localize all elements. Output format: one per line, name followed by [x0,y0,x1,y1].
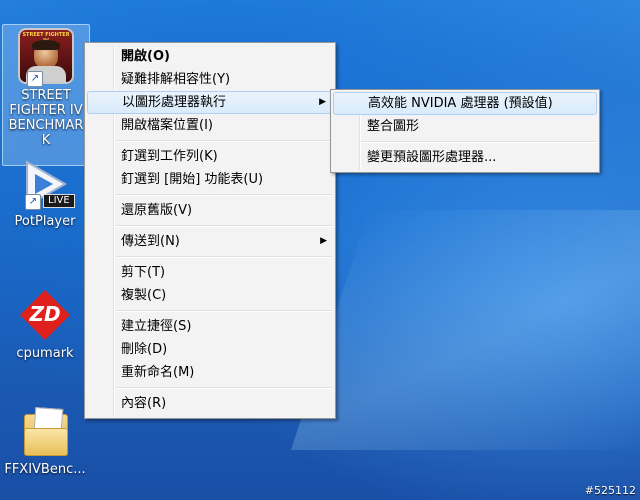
wallpaper-light-beam [291,210,640,450]
cpumark-app-icon: ZD [18,288,72,342]
submenu-arrow-icon: ▶ [319,97,326,107]
menu-separator [115,225,333,227]
desktop-icon-potplayer[interactable]: LIVE ↗ PotPlayer [2,156,88,229]
desktop-icon-label: PotPlayer [14,214,76,229]
menu-item-label: 釘選到 [開始] 功能表(U) [121,172,264,187]
image-watermark: #525112 [584,484,636,497]
folder-front [24,428,68,456]
menu-item-label: 複製(C) [121,288,167,303]
menu-item-label: 以圖形處理器執行 [122,95,227,110]
context-menu-item-13[interactable]: 複製(C) [87,284,333,307]
context-menu-item-0[interactable]: 開啟(O) [87,45,333,68]
submenu-arrow-icon: ▶ [320,236,327,246]
desktop-icon-cpumark[interactable]: ZD cpumark [2,288,88,361]
submenu-item-3[interactable]: 變更預設圖形處理器... [333,146,597,169]
menu-item-label: 內容(R) [121,396,167,411]
context-menu-item-15[interactable]: 建立捷徑(S) [87,315,333,338]
context-menu-item-19[interactable]: 內容(R) [87,392,333,415]
context-menu-item-5[interactable]: 釘選到工作列(K) [87,145,333,168]
submenu-item-1[interactable]: 整合圖形 [333,115,597,138]
menu-separator [361,141,597,143]
context-menu-item-8[interactable]: 還原舊版(V) [87,199,333,222]
desktop-icon-ffxiv[interactable]: FFXIVBenc... [2,404,88,477]
menu-item-label: 整合圖形 [367,119,420,134]
menu-item-label: 變更預設圖形處理器... [367,150,497,165]
zd-logo-text: ZD [29,302,61,326]
menu-item-label: 疑難排解相容性(Y) [121,72,231,87]
menu-separator [115,194,333,196]
gpu-submenu: 高效能 NVIDIA 處理器 (預設值) 整合圖形變更預設圖形處理器... [330,89,600,173]
menu-item-label: 建立捷徑(S) [121,319,192,334]
submenu-item-0[interactable]: 高效能 NVIDIA 處理器 (預設值) [333,92,597,115]
desktop-icon-label: FFXIVBenc... [4,462,86,477]
desktop-icon-label: STREET FIGHTER IV BENCHMARK [8,88,84,148]
context-menu-item-1[interactable]: 疑難排解相容性(Y) [87,68,333,91]
menu-item-label: 傳送到(N) [121,234,180,249]
menu-item-label: 刪除(D) [121,342,168,357]
menu-separator [115,387,333,389]
shortcut-arrow-icon: ↗ [25,194,41,210]
context-menu: 開啟(O) 疑難排解相容性(Y) 以圖形處理器執行 ▶ 開啟檔案位置(I) 釘選到工作列(… [84,42,336,419]
context-menu-item-10[interactable]: 傳送到(N) ▶ [87,230,333,253]
menu-item-label: 開啟檔案位置(I) [121,118,213,133]
context-menu-item-17[interactable]: 重新命名(M) [87,361,333,384]
menu-item-label: 開啟(O) [121,49,170,64]
menu-separator [115,310,333,312]
menu-separator [115,256,333,258]
shortcut-arrow-icon: ↗ [27,71,43,87]
menu-item-label: 釘選到工作列(K) [121,149,218,164]
sf4-character-hair [32,40,60,50]
context-menu-item-6[interactable]: 釘選到 [開始] 功能表(U) [87,168,333,191]
menu-item-label: 還原舊版(V) [121,203,193,218]
live-badge: LIVE [43,194,75,208]
context-menu-item-2[interactable]: 以圖形處理器執行 ▶ [87,91,333,114]
context-menu-item-16[interactable]: 刪除(D) [87,338,333,361]
menu-item-label: 剪下(T) [121,265,166,280]
context-menu-item-3[interactable]: 開啟檔案位置(I) [87,114,333,137]
desktop-icon-label: cpumark [16,346,74,361]
desktop-icon-sf4[interactable]: STREET FIGHTER IV ↗ STREET FIGHTER IV BE… [2,24,90,166]
ffxiv-folder-icon [18,404,72,460]
menu-item-label: 高效能 NVIDIA 處理器 (預設值) [368,96,553,111]
potplayer-app-icon: LIVE ↗ [17,156,75,212]
menu-separator [115,140,333,142]
context-menu-item-12[interactable]: 剪下(T) [87,261,333,284]
menu-item-label: 重新命名(M) [121,365,195,380]
